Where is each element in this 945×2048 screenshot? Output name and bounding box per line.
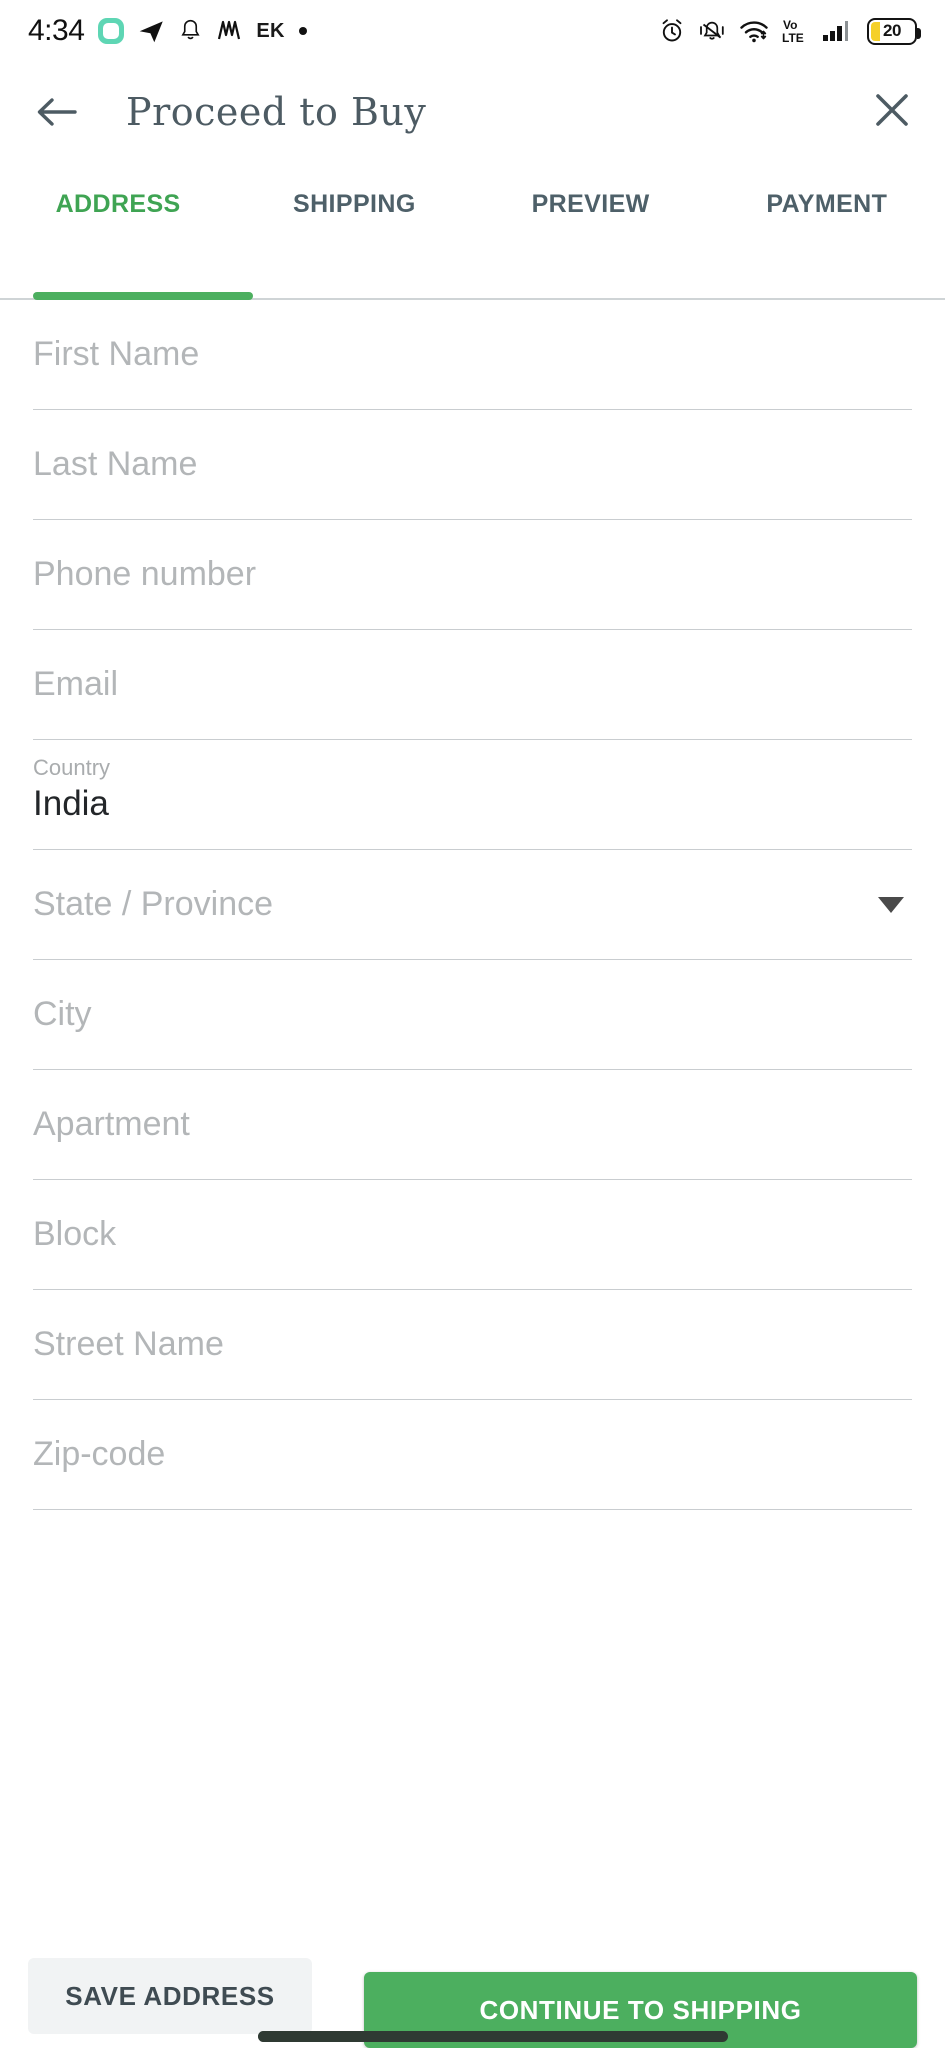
back-arrow-icon xyxy=(37,98,77,126)
country-field[interactable]: Country India xyxy=(33,740,912,850)
zip-code-placeholder: Zip-code xyxy=(33,1435,166,1473)
tab-shipping[interactable]: SHIPPING xyxy=(236,162,472,246)
active-tab-indicator xyxy=(33,292,253,300)
app-screen: 4:34 EK Vo LTE 20 Proceed to Buy ADDRESS… xyxy=(0,0,945,2048)
telegram-send-icon xyxy=(140,20,164,42)
last-name-field[interactable]: Last Name xyxy=(33,410,912,520)
block-placeholder: Block xyxy=(33,1215,117,1253)
m-logo-icon xyxy=(218,20,241,40)
ek-text-icon: EK xyxy=(256,19,285,42)
last-name-placeholder: Last Name xyxy=(33,445,198,483)
first-name-placeholder: First Name xyxy=(33,335,200,373)
bell-icon xyxy=(181,19,200,40)
gesture-nav-pill[interactable] xyxy=(258,2031,728,2042)
volte-icon: Vo LTE xyxy=(782,18,804,45)
first-name-field[interactable]: First Name xyxy=(33,300,912,410)
svg-text:LTE: LTE xyxy=(782,31,804,45)
country-value: India xyxy=(33,784,109,824)
bottom-action-bar: SAVE ADDRESS CONTINUE TO SHIPPING xyxy=(0,1958,945,2048)
city-placeholder: City xyxy=(33,995,92,1033)
tab-payment[interactable]: PAYMENT xyxy=(709,162,945,246)
street-name-field[interactable]: Street Name xyxy=(33,1290,912,1400)
rounded-square-teal-icon xyxy=(98,18,125,44)
state-province-field[interactable]: State / Province xyxy=(33,850,912,960)
checkout-tabs: ADDRESS SHIPPING PREVIEW PAYMENT xyxy=(0,162,945,246)
tab-preview[interactable]: PREVIEW xyxy=(473,162,709,246)
email-field[interactable]: Email xyxy=(33,630,912,740)
bell-vibrate-icon xyxy=(700,21,724,40)
wifi-icon xyxy=(740,21,768,43)
apartment-placeholder: Apartment xyxy=(33,1105,190,1143)
zip-code-field[interactable]: Zip-code xyxy=(33,1400,912,1510)
battery-level: 20 xyxy=(883,21,901,40)
alarm-clock-icon xyxy=(662,19,682,42)
city-field[interactable]: City xyxy=(33,960,912,1070)
save-address-button[interactable]: SAVE ADDRESS xyxy=(28,1958,312,2034)
state-province-placeholder: State / Province xyxy=(33,885,274,923)
street-name-placeholder: Street Name xyxy=(33,1325,224,1363)
block-field[interactable]: Block xyxy=(33,1180,912,1290)
chevron-down-icon[interactable] xyxy=(878,896,904,913)
email-placeholder: Email xyxy=(33,665,119,703)
phone-number-field[interactable]: Phone number xyxy=(33,520,912,630)
back-button[interactable] xyxy=(22,92,92,132)
status-bar-left: 4:34 EK xyxy=(0,14,307,48)
close-button[interactable] xyxy=(873,91,911,134)
page-title: Proceed to Buy xyxy=(126,90,427,134)
close-icon xyxy=(876,93,908,126)
status-bar-right: Vo LTE 20 xyxy=(659,17,945,45)
status-bar: 4:34 EK Vo LTE 20 xyxy=(0,0,945,62)
tab-address[interactable]: ADDRESS xyxy=(0,162,236,246)
country-label: Country xyxy=(33,755,111,780)
dot-icon xyxy=(298,27,307,35)
apartment-field[interactable]: Apartment xyxy=(33,1070,912,1180)
signal-bars-icon xyxy=(823,21,848,41)
app-bar: Proceed to Buy xyxy=(0,62,945,162)
address-form: First Name Last Name Phone number Email … xyxy=(0,300,945,1510)
svg-text:Vo: Vo xyxy=(783,18,797,32)
status-bar-clock: 4:34 xyxy=(28,14,85,47)
battery-icon: 20 xyxy=(867,17,921,45)
phone-number-placeholder: Phone number xyxy=(33,555,257,593)
